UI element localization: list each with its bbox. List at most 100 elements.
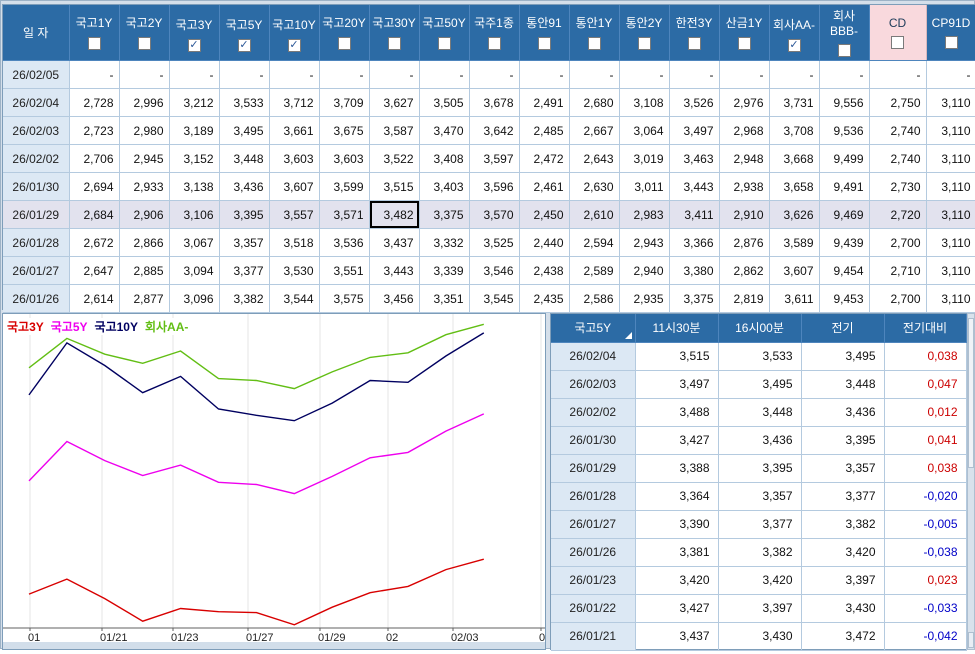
- rate-cell[interactable]: 2,983: [619, 201, 669, 229]
- rate-cell[interactable]: -: [869, 61, 926, 89]
- rate-cell[interactable]: 2,700: [869, 285, 926, 313]
- detail-cell-prev[interactable]: 3,448: [801, 370, 884, 398]
- rate-cell[interactable]: 3,189: [169, 117, 219, 145]
- detail-column-header-0[interactable]: 국고5Y: [551, 314, 635, 342]
- rate-cell[interactable]: 3,436: [219, 173, 269, 201]
- rate-cell[interactable]: 2,435: [519, 285, 569, 313]
- detail-row-date[interactable]: 26/01/27: [551, 510, 635, 538]
- rate-cell[interactable]: 3,408: [419, 145, 469, 173]
- rate-cell[interactable]: 2,672: [69, 229, 119, 257]
- rate-cell[interactable]: 2,643: [569, 145, 619, 173]
- column-checkbox[interactable]: [688, 37, 701, 50]
- column-header-통안2Y[interactable]: 통안2Y: [619, 5, 669, 61]
- rate-cell[interactable]: 2,461: [519, 173, 569, 201]
- rate-cell[interactable]: 2,730: [869, 173, 926, 201]
- detail-cell-1130[interactable]: 3,437: [635, 622, 718, 650]
- column-header-통안91[interactable]: 통안91: [519, 5, 569, 61]
- rate-row-date[interactable]: 26/01/28: [3, 229, 69, 257]
- rate-cell[interactable]: 9,439: [819, 229, 869, 257]
- detail-row-date[interactable]: 26/01/30: [551, 426, 635, 454]
- column-header-국고1Y[interactable]: 국고1Y: [69, 5, 119, 61]
- rate-cell[interactable]: -: [369, 61, 419, 89]
- column-header-회사AA-[interactable]: 회사AA-✓: [769, 5, 819, 61]
- rate-cell[interactable]: 3,597: [469, 145, 519, 173]
- rate-cell[interactable]: 3,110: [926, 201, 975, 229]
- column-checkbox[interactable]: [88, 37, 101, 50]
- rate-cell[interactable]: 3,599: [319, 173, 369, 201]
- rate-cell[interactable]: 3,375: [419, 201, 469, 229]
- detail-cell-1130[interactable]: 3,488: [635, 398, 718, 426]
- column-header-국고50Y[interactable]: 국고50Y: [419, 5, 469, 61]
- detail-cell-prev[interactable]: 3,472: [801, 622, 884, 650]
- rate-cell[interactable]: 2,728: [69, 89, 119, 117]
- column-header-국고10Y[interactable]: 국고10Y✓: [269, 5, 319, 61]
- detail-cell-1600[interactable]: 3,436: [718, 426, 801, 454]
- rate-row-date[interactable]: 26/01/27: [3, 257, 69, 285]
- detail-cell-prev[interactable]: 3,420: [801, 538, 884, 566]
- column-checkbox[interactable]: ✓: [288, 39, 301, 52]
- rate-cell[interactable]: 2,740: [869, 117, 926, 145]
- rate-row-date[interactable]: 26/01/30: [3, 173, 69, 201]
- rate-cell[interactable]: 3,482: [369, 201, 419, 229]
- column-checkbox[interactable]: [538, 37, 551, 50]
- rate-cell[interactable]: 3,212: [169, 89, 219, 117]
- detail-cell-1130[interactable]: 3,427: [635, 594, 718, 622]
- detail-row-date[interactable]: 26/02/04: [551, 342, 635, 370]
- rate-cell[interactable]: 3,515: [369, 173, 419, 201]
- rate-cell[interactable]: 3,357: [219, 229, 269, 257]
- detail-cell-prev[interactable]: 3,436: [801, 398, 884, 426]
- rate-cell[interactable]: 2,450: [519, 201, 569, 229]
- detail-cell-diff[interactable]: 0,012: [884, 398, 966, 426]
- rate-cell[interactable]: 3,709: [319, 89, 369, 117]
- rate-cell[interactable]: 3,658: [769, 173, 819, 201]
- rate-cell[interactable]: 2,935: [619, 285, 669, 313]
- rate-cell[interactable]: 2,862: [719, 257, 769, 285]
- vertical-scrollbar[interactable]: [967, 313, 975, 650]
- detail-cell-1600[interactable]: 3,357: [718, 482, 801, 510]
- rate-cell[interactable]: -: [569, 61, 619, 89]
- rate-cell[interactable]: 3,380: [669, 257, 719, 285]
- scrollbar-button[interactable]: [968, 632, 974, 648]
- detail-cell-1600[interactable]: 3,448: [718, 398, 801, 426]
- column-checkbox[interactable]: [388, 37, 401, 50]
- rate-cell[interactable]: 3,067: [169, 229, 219, 257]
- rate-cell[interactable]: -: [719, 61, 769, 89]
- rate-cell[interactable]: 3,110: [926, 89, 975, 117]
- rate-cell[interactable]: 3,382: [219, 285, 269, 313]
- rate-cell[interactable]: 2,819: [719, 285, 769, 313]
- rate-cell[interactable]: 3,627: [369, 89, 419, 117]
- detail-cell-1600[interactable]: 3,420: [718, 566, 801, 594]
- detail-cell-1130[interactable]: 3,388: [635, 454, 718, 482]
- rate-cell[interactable]: 3,536: [319, 229, 369, 257]
- detail-cell-diff[interactable]: 0,041: [884, 426, 966, 454]
- detail-cell-1600[interactable]: 3,495: [718, 370, 801, 398]
- rate-cell[interactable]: 3,596: [469, 173, 519, 201]
- rate-cell[interactable]: 3,463: [669, 145, 719, 173]
- detail-cell-prev[interactable]: 3,397: [801, 566, 884, 594]
- rate-cell[interactable]: -: [619, 61, 669, 89]
- detail-row-date[interactable]: 26/01/26: [551, 538, 635, 566]
- rate-cell[interactable]: 3,546: [469, 257, 519, 285]
- rate-cell[interactable]: 3,470: [419, 117, 469, 145]
- rate-cell[interactable]: 3,138: [169, 173, 219, 201]
- detail-cell-diff[interactable]: 0,038: [884, 342, 966, 370]
- rate-cell[interactable]: 3,094: [169, 257, 219, 285]
- rate-cell[interactable]: 3,106: [169, 201, 219, 229]
- rate-cell[interactable]: 3,495: [219, 117, 269, 145]
- detail-cell-1130[interactable]: 3,381: [635, 538, 718, 566]
- detail-cell-1600[interactable]: 3,533: [718, 342, 801, 370]
- rate-cell[interactable]: 3,544: [269, 285, 319, 313]
- rate-cell[interactable]: 2,866: [119, 229, 169, 257]
- detail-cell-diff[interactable]: 0,047: [884, 370, 966, 398]
- column-header-국고5Y[interactable]: 국고5Y✓: [219, 5, 269, 61]
- column-checkbox[interactable]: [338, 37, 351, 50]
- rate-cell[interactable]: 2,910: [719, 201, 769, 229]
- rate-cell[interactable]: 3,530: [269, 257, 319, 285]
- column-header-국고3Y[interactable]: 국고3Y✓: [169, 5, 219, 61]
- detail-row-date[interactable]: 26/01/22: [551, 594, 635, 622]
- rate-cell[interactable]: 2,694: [69, 173, 119, 201]
- rate-cell[interactable]: 3,110: [926, 117, 975, 145]
- rate-cell[interactable]: 3,443: [369, 257, 419, 285]
- rate-cell[interactable]: 3,110: [926, 145, 975, 173]
- rate-cell[interactable]: 3,551: [319, 257, 369, 285]
